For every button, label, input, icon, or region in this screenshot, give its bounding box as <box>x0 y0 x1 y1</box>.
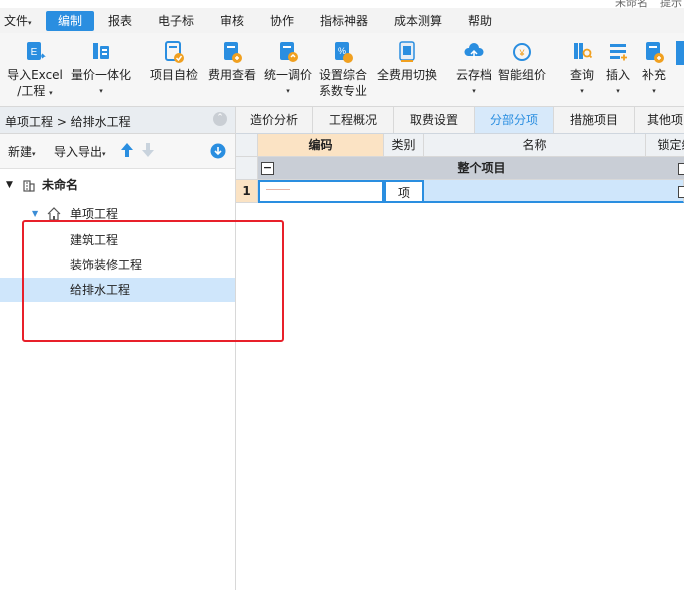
full-cost-switch-button[interactable]: 全费用切换 <box>374 36 440 83</box>
tab-cost-analysis[interactable]: 造价分析 <box>236 107 313 133</box>
smart-pricing-button[interactable]: ¥ 智能组价 <box>496 36 548 83</box>
move-down-icon[interactable] <box>141 142 155 158</box>
items-grid: 编码 类别 名称 锁定综 − 整个项目 1 项 <box>236 134 684 234</box>
menu-bar: 文件▾ 编制 报表 电子标 审核 协作 指标神器 成本测算 帮助 <box>0 8 684 33</box>
svg-text:E: E <box>31 47 38 58</box>
column-header[interactable]: 类别 <box>384 134 424 157</box>
price-integration-button[interactable]: 量价一体化 ▾ <box>68 36 134 99</box>
collapse-square-icon[interactable]: − <box>261 162 274 175</box>
menu-e-bid[interactable]: 电子标 <box>158 11 194 31</box>
self-check-button[interactable]: 项目自检 <box>148 36 200 83</box>
fee-view-icon <box>224 42 242 63</box>
lock-checkbox[interactable] <box>678 163 684 175</box>
group-row[interactable]: − 整个项目 <box>258 157 684 180</box>
insert-icon <box>610 44 627 61</box>
import-export-button[interactable]: 导入导出▾ <box>54 143 106 160</box>
cloud-archive-icon <box>464 43 484 60</box>
tree-root-label: 未命名 <box>42 178 79 192</box>
type-cell[interactable]: 项 <box>384 180 424 203</box>
column-header[interactable]: 编码 <box>258 134 384 157</box>
ribbon-overflow-icon[interactable] <box>676 41 684 65</box>
menu-cost-calc[interactable]: 成本测算 <box>394 11 442 31</box>
collapse-icon[interactable]: ⌃ <box>213 112 227 126</box>
home-icon <box>47 207 61 221</box>
breadcrumb: 单项工程 > 给排水工程 <box>5 115 131 129</box>
row-number: 1 <box>236 180 258 203</box>
coefficient-button[interactable]: % 设置综合 系数专业 <box>316 36 370 99</box>
code-cell[interactable] <box>258 180 384 203</box>
lock-checkbox[interactable] <box>678 186 684 198</box>
column-header[interactable]: 锁定综 <box>646 134 684 157</box>
menu-edit[interactable]: 编制 <box>46 11 95 31</box>
menu-file[interactable]: 文件▾ <box>4 11 32 31</box>
svg-text:¥: ¥ <box>518 48 525 58</box>
tree-toolbar: 新建▾ 导入导出▾ <box>0 134 235 169</box>
query-icon <box>574 43 593 59</box>
supplement-icon <box>646 42 664 63</box>
building-icon <box>23 180 35 192</box>
new-button[interactable]: 新建▾ <box>8 143 36 160</box>
tab-sub-items[interactable]: 分部分项 <box>475 107 554 133</box>
name-cell[interactable] <box>424 180 684 203</box>
tab-bar: 造价分析 工程概况 取费设置 分部分项 措施项目 其他项 <box>236 107 684 134</box>
supplement-button[interactable]: 补充 ▾ <box>638 36 670 99</box>
group-row-label: 整个项目 <box>457 161 506 175</box>
expand-arrow-icon[interactable]: ▼ <box>6 173 13 197</box>
highlight-annotation-box <box>22 220 284 342</box>
insert-button[interactable]: 插入 ▾ <box>602 36 634 99</box>
excel-import-icon: E <box>27 42 46 60</box>
menu-help[interactable]: 帮助 <box>468 11 492 31</box>
project-tree-panel: 单项工程 > 给排水工程 ⌃ 新建▾ 导入导出▾ ▼ 未命名 ▼ 单项工程 建筑… <box>0 107 236 590</box>
grid-corner <box>236 134 258 157</box>
coefficient-icon: % <box>335 42 353 63</box>
tab-project-overview[interactable]: 工程概况 <box>313 107 394 133</box>
menu-indicator[interactable]: 指标神器 <box>320 11 368 31</box>
menu-report[interactable]: 报表 <box>108 11 132 31</box>
tab-measures[interactable]: 措施项目 <box>554 107 635 133</box>
tree-line <box>266 189 290 190</box>
full-cost-switch-icon <box>399 41 415 62</box>
download-icon[interactable] <box>210 143 226 159</box>
column-header[interactable]: 名称 <box>424 134 646 157</box>
tab-other[interactable]: 其他项 <box>635 107 684 133</box>
price-adjust-button[interactable]: 统一调价 ▾ <box>262 36 314 99</box>
title-strip: 未命名 提示 <box>0 0 684 9</box>
move-up-icon[interactable] <box>120 142 134 158</box>
tab-fee-setting[interactable]: 取费设置 <box>394 107 475 133</box>
smart-pricing-icon: ¥ <box>513 43 531 61</box>
fee-view-button[interactable]: 费用查看 <box>206 36 258 83</box>
tree-node-root[interactable]: ▼ 未命名 <box>0 173 235 197</box>
menu-review[interactable]: 审核 <box>220 11 244 31</box>
import-excel-button[interactable]: E 导入Excel /工程 ▾ <box>4 36 66 101</box>
row-number <box>236 157 258 180</box>
query-button[interactable]: 查询 ▾ <box>566 36 598 99</box>
price-adjust-icon <box>280 42 298 62</box>
menu-collaborate[interactable]: 协作 <box>270 11 294 31</box>
cloud-archive-button[interactable]: 云存档 ▾ <box>452 36 496 99</box>
price-integration-icon <box>93 43 109 59</box>
tree-breadcrumb-bar: 单项工程 > 给排水工程 ⌃ <box>0 107 235 134</box>
self-check-icon <box>165 41 184 63</box>
ribbon-toolbar: E 导入Excel /工程 ▾ 量价一体化 ▾ 项目自检 费用查看 统一调价 ▾… <box>0 33 684 107</box>
